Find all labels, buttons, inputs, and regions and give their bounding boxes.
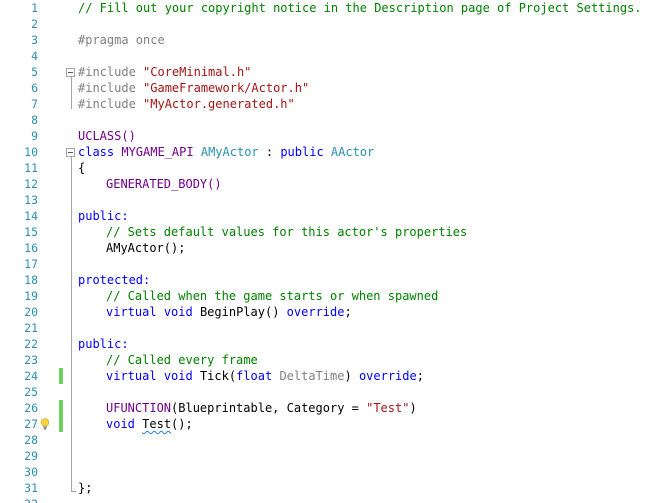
code-include: #include [78,65,136,79]
line-number-row: 28 [0,432,649,448]
code-string: "Test" [366,401,410,415]
code-include: #include [78,81,136,95]
code-text: ; [344,305,352,319]
line-number-row: 17 [0,256,649,272]
line-number: 17 [24,257,38,271]
line-number-row: 8 [0,112,649,128]
code-text: { [78,161,86,175]
code-text: (); [171,417,193,431]
code-macro: UFUNCTION [106,401,172,415]
code-string: "MyActor.generated.h" [143,97,295,111]
line-number-row: 21 [0,320,649,336]
code-keyword: virtual [106,369,157,383]
code-keyword: float [236,369,273,383]
line-number: 25 [24,385,38,399]
line-number-row: 25 [0,384,649,400]
code-text: BeginPlay() [199,305,280,319]
code-keyword: override [358,369,417,383]
code-comment: // Fill out your copyright notice in the… [78,1,642,15]
line-number: 21 [24,321,38,335]
code-keyword: virtual [106,305,157,319]
line-number: 30 [24,465,38,479]
code-text: (Blueprintable, Category = [171,401,367,415]
code-comment: // Called when the game starts or when s… [106,289,439,303]
code-keyword: void [163,369,193,383]
code-class-name: AMyActor [200,145,259,159]
code-macro: MYGAME_API [121,145,194,159]
line-number-row: 29 [0,448,649,464]
code-text: ; [416,369,424,383]
code-include: #include [78,97,136,111]
code-text: }; [78,481,93,495]
code-comment: // Sets default values for this actor's … [106,225,468,239]
line-number: 29 [24,449,38,463]
code-keyword: void [163,305,193,319]
line-number-row: 30 [0,464,649,480]
code-text: Tick( [199,369,237,383]
code-access-specifier: public: [78,209,129,223]
code-string: "GameFramework/Actor.h" [143,81,310,95]
line-number: 28 [24,433,38,447]
code-macro: UCLASS() [78,129,136,143]
code-keyword: void [106,417,135,431]
code-parameter: DeltaTime [279,369,345,383]
code-class-name: AActor [330,145,375,159]
line-number-row: 32 [0,496,649,503]
code-access-specifier: public: [78,337,129,351]
code-text: AMyActor(); [106,241,186,255]
code-function-squiggle[interactable]: Test [142,417,171,431]
line-number: 2 [31,17,38,31]
code-macro: GENERATED_BODY() [106,177,222,191]
line-number-row: 13 [0,192,649,208]
line-number: 8 [31,113,38,127]
code-text: ) [409,401,417,415]
code-keyword: class [78,145,115,159]
code-string: "CoreMinimal.h" [143,65,252,79]
code-comment: // Called every frame [106,353,258,367]
line-number-row: 2 [0,16,649,32]
code-pragma: #pragma once [78,33,165,47]
code-keyword: public [280,145,324,159]
line-number: 32 [0,496,38,503]
code-access-specifier: protected: [78,273,151,287]
code-text: ) [344,369,352,383]
code-text: : [258,145,281,159]
line-number: 13 [24,193,38,207]
line-number: 4 [31,49,38,63]
code-editor[interactable]: 1 2 3 4 5 6 7 8 9 10 11 12 13 14 15 16 17 18 19 20 21 22 23 24 2… [0,0,649,503]
code-keyword: override [286,305,345,319]
line-number-row: 4 [0,48,649,64]
